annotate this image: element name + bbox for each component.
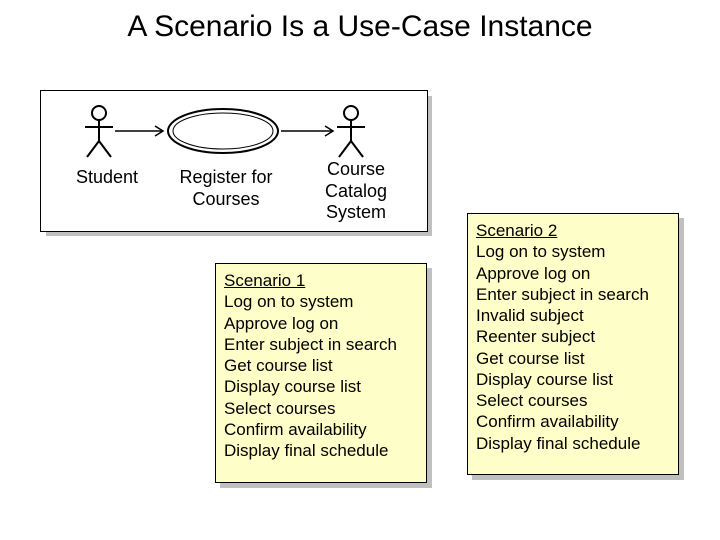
scenario2-step: Get course list [476, 348, 670, 369]
usecase-box: Student Register for Courses Course Cata… [40, 90, 428, 232]
scenario1-heading: Scenario 1 [224, 270, 418, 291]
usecase-label: Register for Courses [161, 167, 291, 210]
scenario1-step: Log on to system [224, 291, 418, 312]
usecase-ellipse-icon [168, 109, 278, 153]
scenario1-step: Select courses [224, 398, 418, 419]
scenario1-step: Enter subject in search [224, 334, 418, 355]
page-title: A Scenario Is a Use-Case Instance [0, 10, 720, 44]
scenario2-step: Display course list [476, 369, 670, 390]
actor-student-label: Student [67, 167, 147, 189]
scenario1-step: Approve log on [224, 313, 418, 334]
scenario2-step: Reenter subject [476, 326, 670, 347]
actor-catalog-label: Course Catalog System [311, 159, 401, 224]
scenario2-step: Log on to system [476, 241, 670, 262]
scenario1-step: Get course list [224, 355, 418, 376]
scenario1-step: Confirm availability [224, 419, 418, 440]
scenario1-step: Display final schedule [224, 440, 418, 461]
scenario2-step: Confirm availability [476, 411, 670, 432]
scenario1-note: Scenario 1 Log on to system Approve log … [215, 263, 427, 483]
scenario2-step: Approve log on [476, 263, 670, 284]
scenario2-heading: Scenario 2 [476, 220, 670, 241]
scenario1-step: Display course list [224, 376, 418, 397]
actor-student-icon [85, 106, 113, 157]
scenario2-step: Select courses [476, 390, 670, 411]
scenario2-note: Scenario 2 Log on to system Approve log … [467, 213, 679, 475]
scenario2-step: Display final schedule [476, 433, 670, 454]
scenario2-step: Enter subject in search [476, 284, 670, 305]
slide: A Scenario Is a Use-Case Instance [0, 0, 720, 540]
scenario2-step: Invalid subject [476, 305, 670, 326]
actor-catalog-icon [337, 106, 365, 157]
